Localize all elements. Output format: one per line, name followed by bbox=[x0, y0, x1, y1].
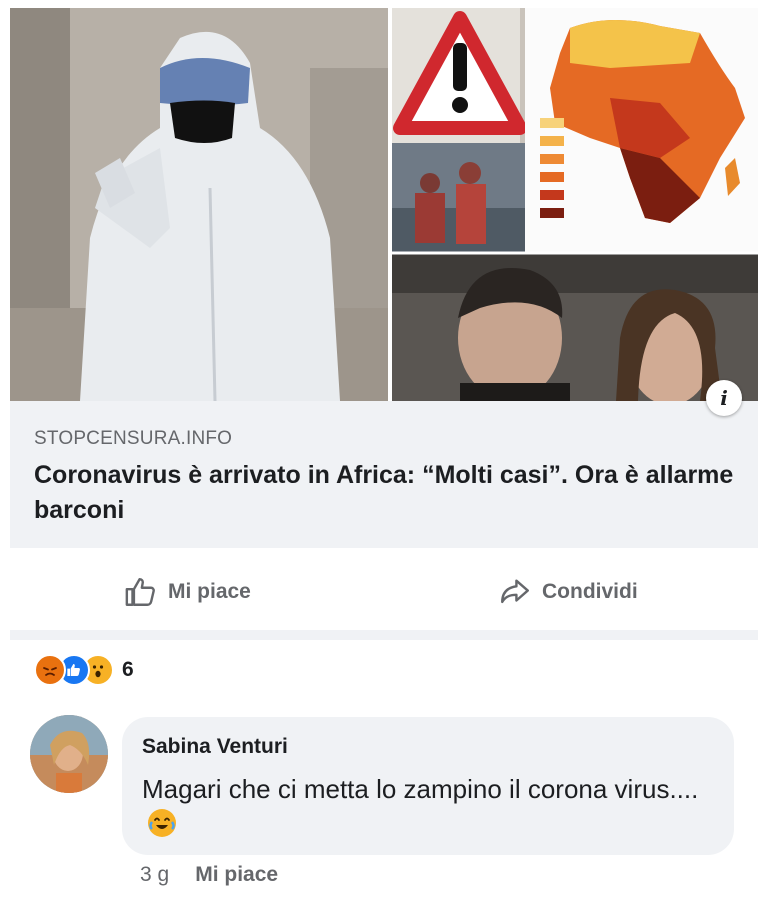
link-headline[interactable]: Coronavirus è arrivato in Africa: “Molti… bbox=[34, 458, 738, 528]
post-action-bar: Mi piace Condividi bbox=[10, 560, 758, 626]
thumbs-up-icon bbox=[124, 575, 158, 609]
link-preview-image[interactable] bbox=[10, 8, 758, 401]
share-arrow-icon bbox=[498, 575, 532, 609]
reactions-summary[interactable]: 6 bbox=[34, 653, 134, 687]
like-button[interactable]: Mi piace bbox=[124, 574, 251, 610]
warning-sign-icon bbox=[390, 8, 527, 143]
link-preview-card[interactable]: i STOPCENSURA.INFO Coronavirus è arrivat… bbox=[10, 8, 758, 548]
info-icon[interactable]: i bbox=[706, 380, 742, 416]
angry-reaction-icon bbox=[34, 654, 66, 686]
avatar[interactable] bbox=[30, 715, 108, 793]
comment-footer: 3 g Mi piace bbox=[140, 863, 278, 887]
comment-bubble: Sabina Venturi Magari che ci metta lo za… bbox=[122, 717, 734, 855]
comment-author[interactable]: Sabina Venturi bbox=[142, 735, 288, 759]
politicians bbox=[390, 253, 758, 401]
rescue-crew bbox=[390, 143, 525, 253]
comment-text: Magari che ci metta lo zampino il corona… bbox=[142, 771, 712, 843]
comment-like-button[interactable]: Mi piace bbox=[195, 863, 278, 887]
share-label: Condividi bbox=[542, 580, 638, 603]
africa-map bbox=[525, 8, 758, 253]
laughing-tears-emoji bbox=[148, 809, 176, 837]
share-button[interactable]: Condividi bbox=[498, 574, 638, 610]
comment-timestamp[interactable]: 3 g bbox=[140, 863, 169, 887]
link-domain: STOPCENSURA.INFO bbox=[34, 428, 233, 449]
comment-body: Magari che ci metta lo zampino il corona… bbox=[142, 774, 699, 804]
link-meta: STOPCENSURA.INFO Coronavirus è arrivato … bbox=[34, 428, 738, 528]
like-label: Mi piace bbox=[168, 580, 251, 603]
section-divider bbox=[10, 630, 758, 640]
reaction-count: 6 bbox=[122, 658, 134, 681]
